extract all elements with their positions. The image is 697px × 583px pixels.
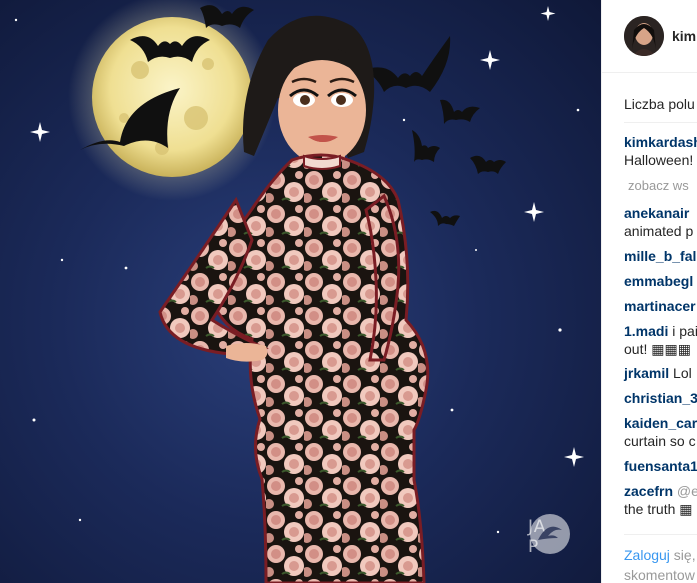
avatar[interactable] [624, 16, 664, 56]
comment-username[interactable]: 1.madi [624, 323, 668, 339]
comment-username[interactable]: christian_3 [624, 390, 697, 406]
divider [624, 122, 697, 123]
watermark: JA P [528, 512, 601, 562]
caption-text: Halloween! [624, 152, 694, 168]
login-link[interactable]: Zaloguj [624, 547, 670, 563]
comment-item: mille_b_fal [624, 247, 696, 265]
comment-username[interactable]: mille_b_fal [624, 248, 696, 264]
likes-count: Liczba polu [624, 96, 695, 112]
comment-item: martinacer [624, 297, 696, 315]
comment-text: curtain so c [624, 433, 696, 449]
comment-item: 1.madi i pai out! ▦▦▦ [624, 322, 697, 358]
post-header: kim [602, 0, 697, 73]
comment-text: i pai [672, 323, 697, 339]
comment-item: jrkamil Lol [624, 364, 692, 382]
comment-text: @e [676, 483, 697, 499]
comment-text: Lol [673, 365, 692, 381]
view-more-comments[interactable]: zobacz ws [628, 178, 689, 193]
divider [624, 534, 697, 535]
hand [226, 343, 268, 362]
comment-username[interactable]: fuensanta1 [624, 458, 697, 474]
comment-item: zacefrn @e the truth ▦ [624, 482, 697, 518]
post-image[interactable]: JA P [0, 0, 601, 583]
comment-item: anekanair animated p [624, 204, 693, 240]
comment-username[interactable]: anekanair [624, 205, 689, 221]
avatar-image [624, 16, 664, 56]
login-prompt-line2: skomentow [624, 567, 695, 583]
comment-username[interactable]: zacefrn [624, 483, 673, 499]
comment-username[interactable]: emmabegl [624, 273, 693, 289]
face [278, 56, 366, 164]
comment-item: emmabegl [624, 272, 693, 290]
comment-item: christian_3 [624, 389, 697, 407]
comment-text: animated p [624, 223, 694, 239]
comment-text: the truth ▦ [624, 501, 693, 517]
comment-text: out! ▦▦▦ [624, 341, 691, 357]
login-prompt: Zaloguj się, skomentow [624, 547, 696, 583]
header-username[interactable]: kim [672, 28, 696, 44]
watermark-logo [530, 514, 570, 554]
post-sidebar: kim Liczba polu kimkardash Halloween! zo… [601, 0, 697, 583]
comment-username[interactable]: jrkamil [624, 365, 669, 381]
comment-username[interactable]: martinacer [624, 298, 696, 314]
caption: kimkardash Halloween! [624, 133, 697, 169]
halloween-illustration [14, 0, 584, 583]
comment-item: kaiden_car curtain so c [624, 414, 697, 450]
comment-username[interactable]: kaiden_car [624, 415, 697, 431]
caption-username[interactable]: kimkardash [624, 134, 697, 150]
comment-item: fuensanta1 [624, 457, 697, 475]
